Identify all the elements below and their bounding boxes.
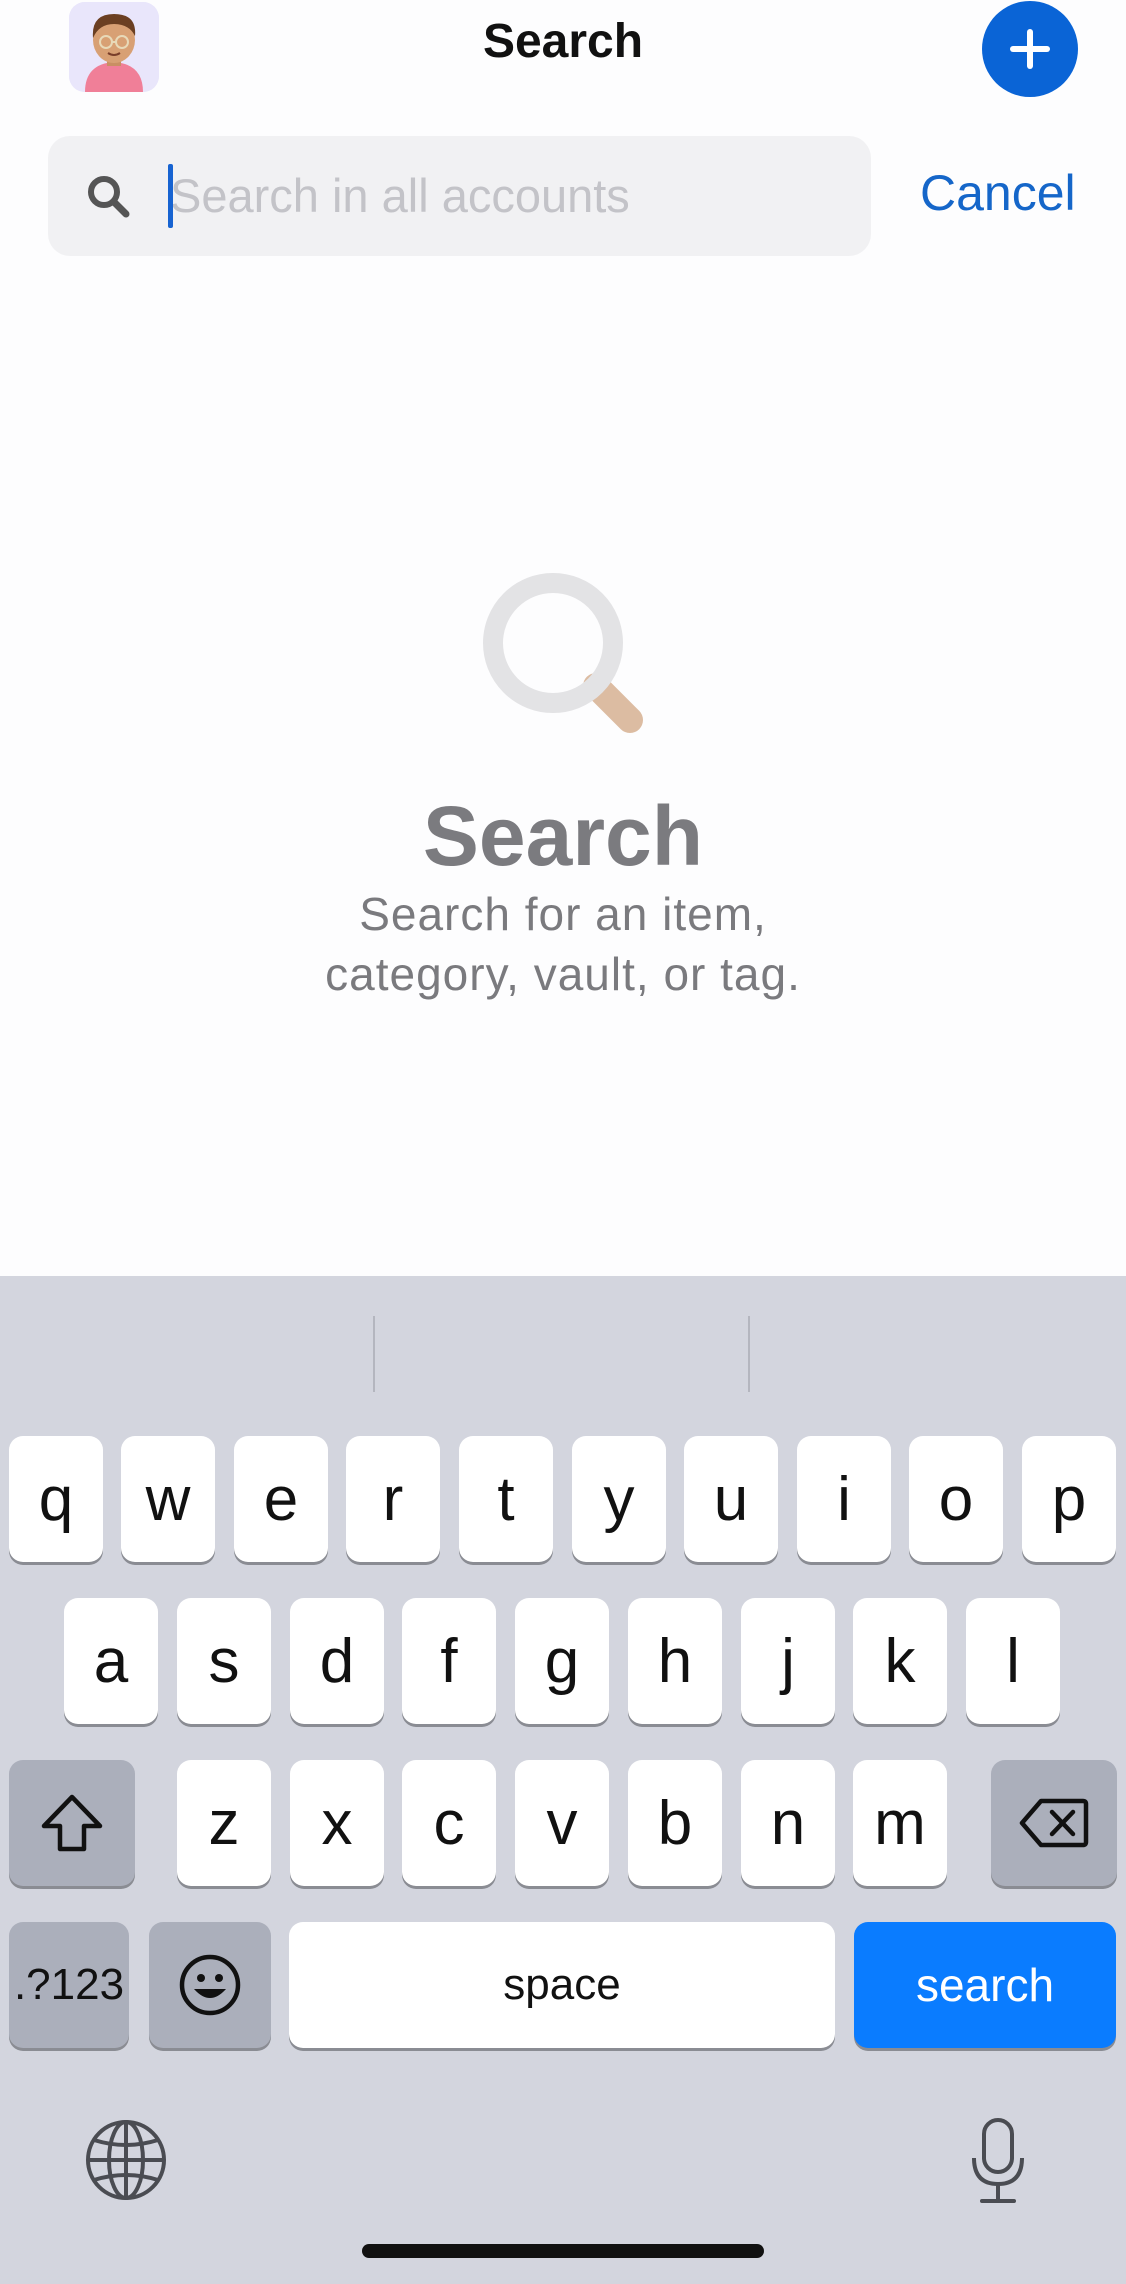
key-d[interactable]: d	[290, 1598, 384, 1724]
microphone-icon[interactable]	[968, 2116, 1028, 2206]
key-t[interactable]: t	[459, 1436, 553, 1562]
key-v[interactable]: v	[515, 1760, 609, 1886]
key-c[interactable]: c	[402, 1760, 496, 1886]
prediction-divider	[373, 1316, 375, 1392]
key-i[interactable]: i	[797, 1436, 891, 1562]
cancel-button[interactable]: Cancel	[920, 164, 1076, 222]
key-u[interactable]: u	[684, 1436, 778, 1562]
plus-icon	[1010, 29, 1050, 69]
home-indicator[interactable]	[362, 2244, 764, 2258]
emoji-icon	[179, 1954, 241, 2016]
search-key[interactable]: search	[854, 1922, 1116, 2048]
key-b[interactable]: b	[628, 1760, 722, 1886]
shift-icon	[41, 1794, 103, 1852]
key-s[interactable]: s	[177, 1598, 271, 1724]
delete-key[interactable]	[991, 1760, 1117, 1886]
delete-icon	[1019, 1798, 1089, 1848]
empty-state-title: Search	[422, 789, 704, 883]
add-item-button[interactable]	[982, 1, 1078, 97]
globe-icon[interactable]	[84, 2118, 168, 2202]
key-p[interactable]: p	[1022, 1436, 1116, 1562]
search-input[interactable]	[170, 140, 860, 250]
key-j[interactable]: j	[741, 1598, 835, 1724]
key-h[interactable]: h	[628, 1598, 722, 1724]
magnifier-illustration-icon	[483, 573, 643, 733]
numbers-key[interactable]: .?123	[9, 1922, 129, 2048]
on-screen-keyboard: q w e r t y u i o p a s d f g h j k l z …	[0, 1276, 1126, 2284]
key-r[interactable]: r	[346, 1436, 440, 1562]
prediction-divider	[748, 1316, 750, 1392]
shift-key[interactable]	[9, 1760, 135, 1886]
key-z[interactable]: z	[177, 1760, 271, 1886]
key-e[interactable]: e	[234, 1436, 328, 1562]
top-bar: Search	[0, 0, 1126, 110]
key-n[interactable]: n	[741, 1760, 835, 1886]
empty-state-subtitle: Search for an item, category, vault, or …	[325, 888, 801, 1000]
key-x[interactable]: x	[290, 1760, 384, 1886]
key-f[interactable]: f	[402, 1598, 496, 1724]
key-k[interactable]: k	[853, 1598, 947, 1724]
key-y[interactable]: y	[572, 1436, 666, 1562]
page-title: Search	[482, 15, 644, 68]
text-cursor	[168, 164, 173, 228]
key-q[interactable]: q	[9, 1436, 103, 1562]
key-m[interactable]: m	[853, 1760, 947, 1886]
key-a[interactable]: a	[64, 1598, 158, 1724]
emoji-key[interactable]	[149, 1922, 271, 2048]
key-w[interactable]: w	[121, 1436, 215, 1562]
space-key[interactable]: space	[289, 1922, 835, 2048]
key-l[interactable]: l	[966, 1598, 1060, 1724]
key-g[interactable]: g	[515, 1598, 609, 1724]
key-o[interactable]: o	[909, 1436, 1003, 1562]
search-icon	[88, 176, 130, 218]
